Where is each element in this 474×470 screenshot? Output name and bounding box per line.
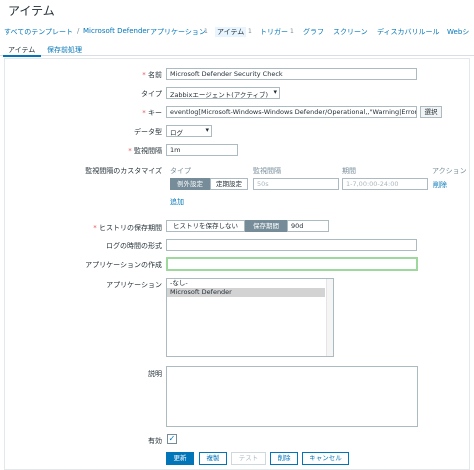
interval-input[interactable]: 1m (166, 144, 238, 156)
page-title: アイテム (8, 4, 55, 18)
tab-items[interactable]: アイテム (215, 27, 247, 37)
name-input[interactable]: Microsoft Defender Security Check (166, 68, 417, 80)
tab-discovery-rules[interactable]: ディスカバリルール (377, 27, 440, 37)
enabled-label: 有効 (148, 437, 162, 445)
tab-applications[interactable]: アプリケーション (150, 27, 206, 37)
enabled-checkbox[interactable]: ✓ (167, 434, 177, 444)
new-application-label: アプリケーションの作成 (85, 261, 162, 269)
custom-col-type: タイプ (170, 167, 191, 175)
key-label: * キー (142, 109, 162, 117)
applications-listbox[interactable]: -なし- Microsoft Defender (166, 278, 334, 357)
custom-add-link[interactable]: 追加 (170, 197, 184, 207)
triggers-count: 1 (290, 28, 294, 35)
delete-button[interactable]: 削除 (270, 452, 298, 465)
applications-count: 1 (204, 28, 208, 35)
custom-type-flexible-button[interactable]: 例外設定 (170, 178, 210, 190)
tab-graphs[interactable]: グラフ (303, 27, 324, 37)
tab-item[interactable]: アイテム (8, 45, 35, 55)
log-time-format-input[interactable] (166, 239, 417, 251)
tab-screens[interactable]: スクリーン (333, 27, 368, 37)
cancel-button[interactable]: キャンセル (302, 452, 349, 465)
application-option-none[interactable]: -なし- (167, 279, 333, 288)
breadcrumb-all-templates[interactable]: すべてのテンプレート (4, 27, 73, 37)
tab-triggers[interactable]: トリガー (260, 27, 288, 37)
breadcrumb-template-name[interactable]: Microsoft Defender (83, 27, 150, 35)
log-time-format-label: ログの時間の形式 (106, 242, 162, 250)
update-button[interactable]: 更新 (166, 452, 194, 465)
new-application-input[interactable] (166, 257, 418, 271)
key-input[interactable]: eventlog[Microsoft-Windows-Windows Defen… (166, 106, 417, 118)
custom-col-action: アクション (432, 167, 467, 175)
breadcrumb: すべてのテンプレート / Microsoft Defender アプリケーション… (0, 25, 474, 39)
history-period-input[interactable]: 90d (287, 220, 329, 232)
tab-preprocessing[interactable]: 保存前処理 (47, 45, 82, 55)
custom-interval-input[interactable]: 50s (253, 178, 339, 190)
history-label: * ヒストリの保存期間 (93, 224, 162, 232)
custom-interval-label: 監視間隔のカスタマイズ (85, 167, 162, 175)
clone-button[interactable]: 複製 (199, 452, 227, 465)
custom-col-period: 期間 (342, 167, 356, 175)
key-select-button[interactable]: 選択 (420, 106, 442, 118)
type-label: タイプ (141, 90, 162, 98)
type-select[interactable]: Zabbixエージェント(アクティブ) (166, 87, 280, 99)
custom-col-interval: 監視間隔 (253, 167, 281, 175)
items-count: 1 (248, 28, 252, 35)
description-label: 説明 (148, 370, 162, 378)
applications-scrollbar[interactable] (326, 279, 333, 356)
form-tabs: アイテム 保存前処理 (0, 42, 474, 56)
application-option-microsoft-defender[interactable]: Microsoft Defender (167, 288, 325, 297)
tab-web-scenarios[interactable]: Webシ (447, 27, 469, 37)
history-do-not-keep-button[interactable]: ヒストリを保存しない (166, 220, 245, 232)
custom-type-scheduling-button[interactable]: 定期設定 (210, 178, 248, 190)
datatype-label: データ型 (134, 128, 162, 136)
interval-label: * 監視間隔 (128, 147, 162, 155)
applications-label: アプリケーション (106, 281, 162, 289)
description-textarea[interactable] (166, 366, 418, 427)
history-storage-period-button[interactable]: 保存期間 (245, 220, 287, 232)
breadcrumb-separator: / (77, 27, 80, 35)
custom-delete-link[interactable]: 削除 (433, 180, 447, 190)
name-label: * 名前 (142, 71, 162, 79)
custom-period-input[interactable]: 1-7,00:00-24:00 (342, 178, 428, 190)
active-tab-indicator (3, 55, 41, 57)
datatype-select[interactable]: ログ (166, 125, 212, 137)
test-button[interactable]: テスト (231, 452, 266, 465)
